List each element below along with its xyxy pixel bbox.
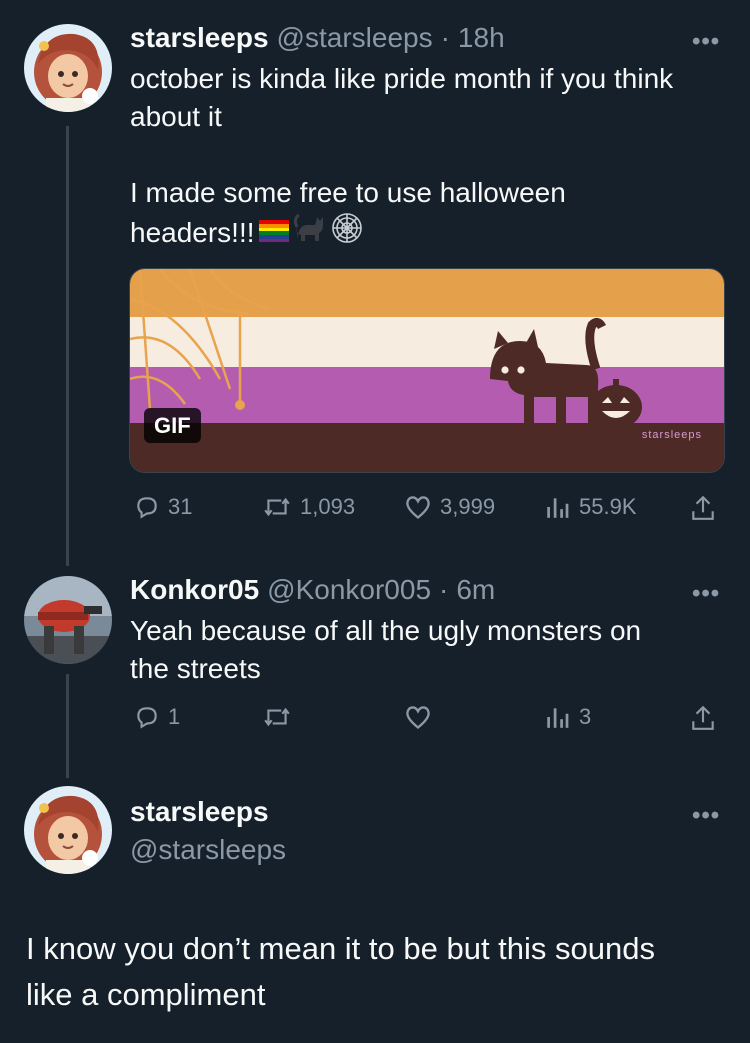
share-button[interactable] xyxy=(690,704,716,732)
author-name[interactable]: Konkor05 xyxy=(130,574,259,606)
retweet-button[interactable] xyxy=(262,704,292,730)
thread-line-2 xyxy=(66,674,69,778)
avatar-starsleeps[interactable] xyxy=(24,786,112,874)
author-handle[interactable]: @starsleeps xyxy=(130,834,286,866)
rainbow-flag-icon xyxy=(258,214,289,252)
retweet-button[interactable]: 1,093 xyxy=(262,494,355,520)
author-name[interactable]: starsleeps xyxy=(130,796,269,828)
reply-count: 1 xyxy=(168,704,181,729)
media-watermark: starsleeps xyxy=(641,429,702,441)
tweet-text: october is kinda like pride month if you… xyxy=(130,60,730,254)
media-gif[interactable]: GIF starsleeps xyxy=(129,268,725,473)
reply-icon xyxy=(137,497,157,519)
retweet-icon xyxy=(264,707,290,727)
spider-web-icon xyxy=(331,212,363,254)
like-button[interactable]: 3,999 xyxy=(404,494,495,520)
tweet-text-line: the streets xyxy=(130,653,261,684)
view-count: 3 xyxy=(579,704,592,729)
views-icon xyxy=(547,708,569,728)
retweet-icon xyxy=(264,497,290,517)
dot-separator: · xyxy=(439,574,449,605)
tweet-text-line: Yeah because of all the ugly monsters on xyxy=(130,615,642,646)
tweet-text-line: like a compliment xyxy=(26,977,266,1012)
tweet-text-line: october is kinda like pride month if you… xyxy=(130,63,674,94)
flag-stripe-brown xyxy=(130,423,724,472)
views-button[interactable]: 55.9K xyxy=(543,494,637,520)
view-count: 55.9K xyxy=(579,494,637,519)
timestamp[interactable]: 6m xyxy=(456,574,495,606)
more-options-icon[interactable]: ••• xyxy=(692,802,720,830)
like-button[interactable] xyxy=(404,704,432,730)
black-cat-icon xyxy=(293,213,327,253)
tweet-text: Yeah because of all the ugly monsters on… xyxy=(130,612,730,688)
more-options-icon[interactable]: ••• xyxy=(692,28,720,56)
views-icon xyxy=(547,498,569,518)
gif-badge: GIF xyxy=(144,408,201,443)
author-name[interactable]: starsleeps xyxy=(130,22,269,54)
heart-icon xyxy=(406,706,430,729)
tweet-text-line: headers!!! xyxy=(130,217,255,248)
retweet-count: 1,093 xyxy=(300,494,356,519)
tweet-text-line: I made some free to use halloween xyxy=(130,177,566,208)
heart-icon xyxy=(406,496,430,519)
reply-button[interactable]: 1 xyxy=(134,704,180,730)
share-button[interactable] xyxy=(690,494,716,522)
avatar-konkor05[interactable] xyxy=(24,576,112,664)
views-button[interactable]: 3 xyxy=(543,704,591,730)
avatar-starsleeps[interactable] xyxy=(24,24,112,112)
author-handle[interactable]: @starsleeps xyxy=(277,22,433,54)
like-count: 3,999 xyxy=(440,494,496,519)
reply-count: 31 xyxy=(168,494,193,519)
author-handle[interactable]: @Konkor005 xyxy=(267,574,431,606)
tweet-text: I know you don’t mean it to be but this … xyxy=(26,926,736,1018)
share-icon xyxy=(692,705,714,730)
thread-line-1 xyxy=(66,126,69,566)
timestamp[interactable]: 18h xyxy=(458,22,505,54)
reply-icon xyxy=(137,707,157,729)
dot-separator: · xyxy=(440,22,450,53)
share-icon xyxy=(692,495,714,520)
more-options-icon[interactable]: ••• xyxy=(692,580,720,608)
reply-button[interactable]: 31 xyxy=(134,494,192,520)
tweet-text-line: I know you don’t mean it to be but this … xyxy=(26,931,655,966)
tweet-text-line: about it xyxy=(130,101,222,132)
